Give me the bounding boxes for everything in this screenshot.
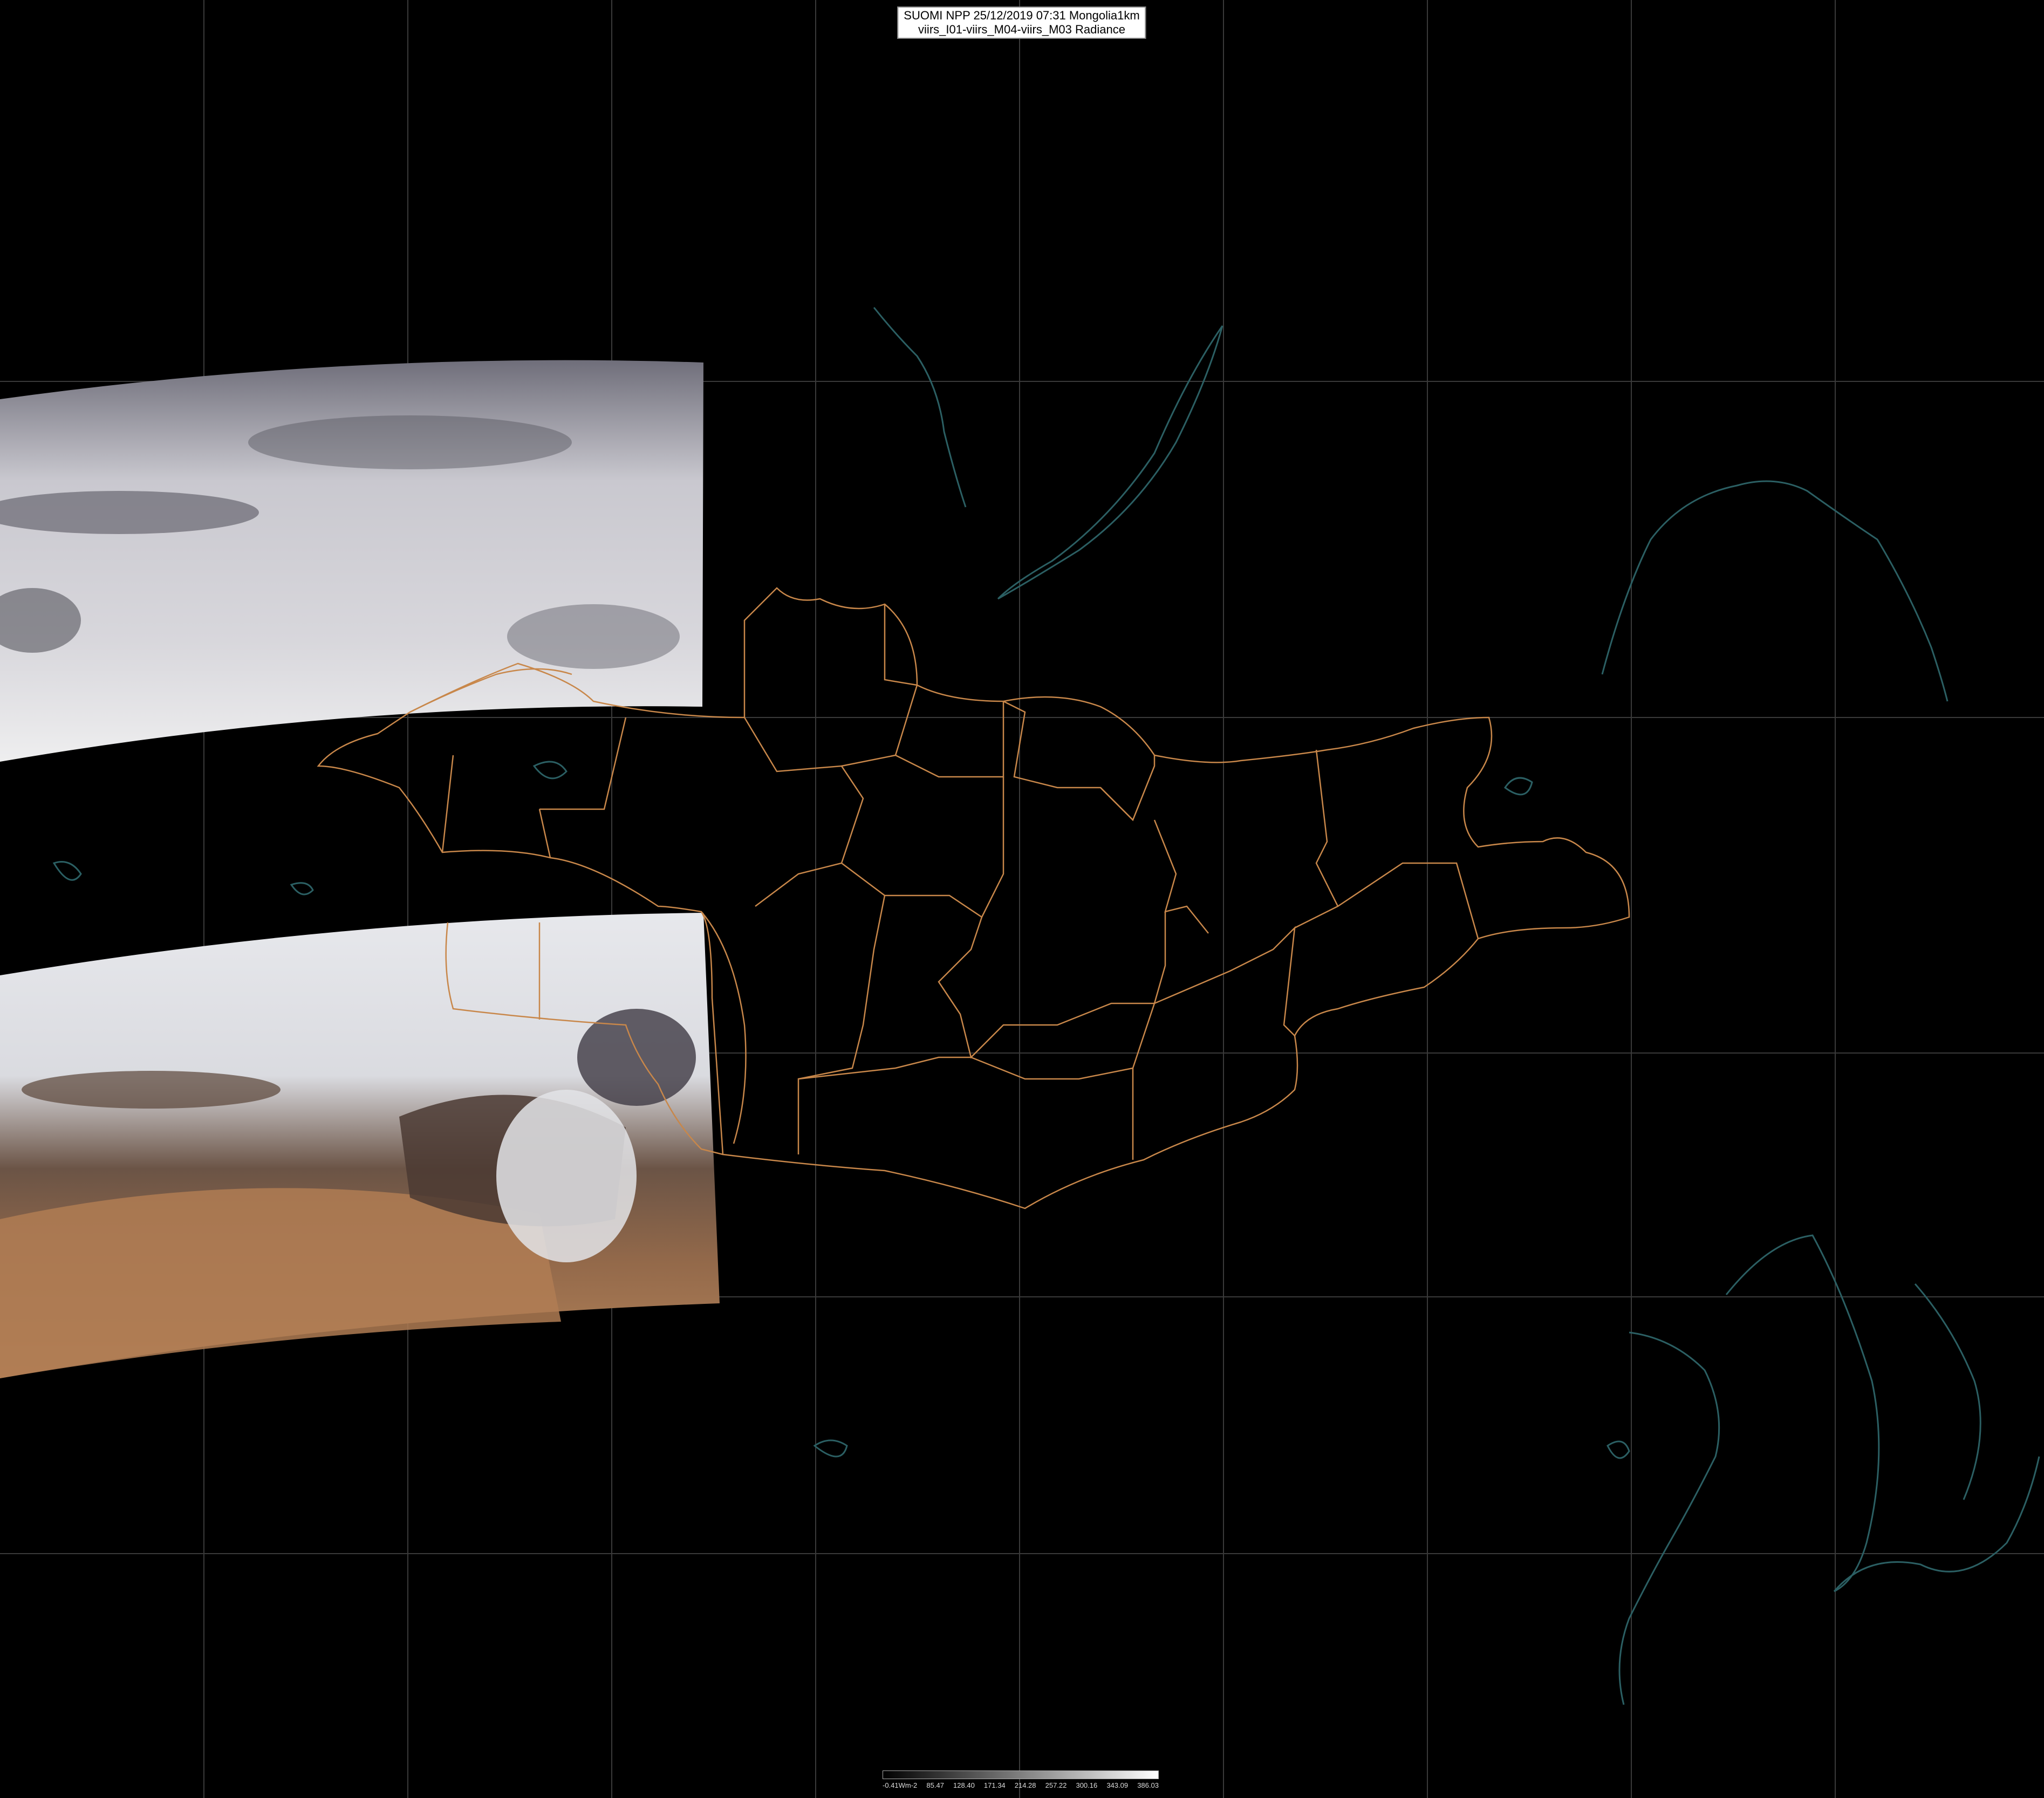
legend-label: 257.22: [1045, 1781, 1067, 1789]
radiance-legend: -0.41Wm-2 85.47 128.40 171.34 214.28 257…: [883, 1770, 1159, 1794]
legend-label: 386.03: [1137, 1781, 1159, 1789]
satellite-map: [0, 0, 2044, 1798]
upper-satellite-swath: [0, 360, 703, 762]
legend-label: 85.47: [926, 1781, 944, 1789]
image-title-box: SUOMI NPP 25/12/2019 07:31 Mongolia1km v…: [897, 6, 1146, 39]
legend-label: -0.41Wm-2: [883, 1781, 918, 1789]
legend-label: 300.16: [1076, 1781, 1098, 1789]
legend-labels: -0.41Wm-2 85.47 128.40 171.34 214.28 257…: [883, 1781, 1159, 1792]
graticule-grid: [0, 0, 2044, 1798]
legend-label: 214.28: [1014, 1781, 1036, 1789]
legend-color-bar: [883, 1770, 1159, 1779]
title-line-satellite-date: SUOMI NPP 25/12/2019 07:31 Mongolia1km: [904, 9, 1140, 22]
legend-label: 171.34: [983, 1781, 1006, 1789]
title-line-bands: viirs_I01-viirs_M04-viirs_M03 Radiance: [918, 23, 1125, 36]
legend-label: 343.09: [1106, 1781, 1129, 1789]
legend-label: 128.40: [953, 1781, 975, 1789]
